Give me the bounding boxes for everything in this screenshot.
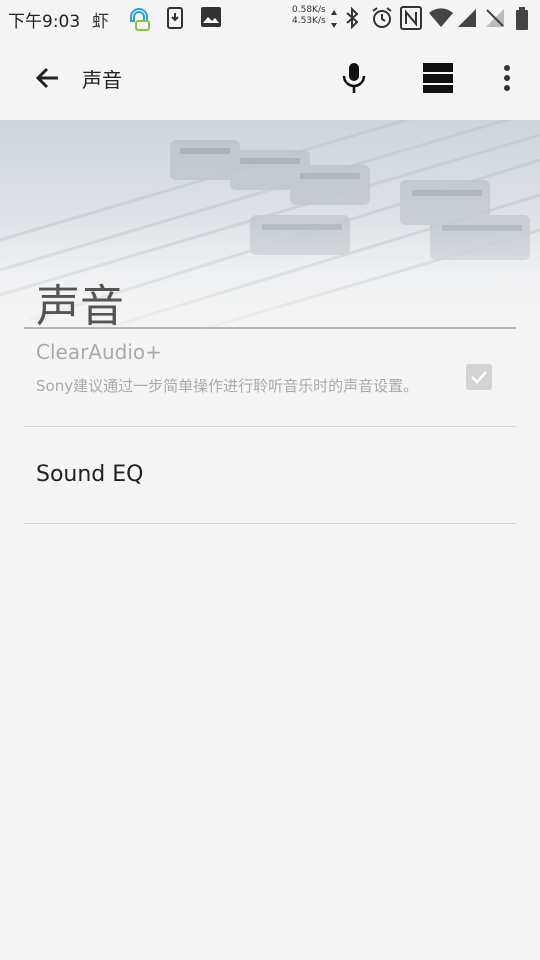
bluetooth-icon xyxy=(342,6,362,34)
signal-icon xyxy=(456,6,478,34)
speed-arrows-icon xyxy=(330,9,338,33)
clearaudio-title: ClearAudio+ xyxy=(36,340,162,364)
back-button[interactable] xyxy=(32,62,64,94)
row-divider xyxy=(24,426,516,427)
header-title: 声音 xyxy=(36,281,124,330)
more-vert-icon xyxy=(504,65,510,91)
status-bar: 下午9:03 虾 0.58K/s 4.53K/s xyxy=(0,0,540,38)
more-options-button[interactable] xyxy=(496,60,518,96)
app-bar: 声音 xyxy=(0,38,540,120)
app-bar-title: 声音 xyxy=(82,68,122,92)
battery-icon xyxy=(514,6,530,36)
network-speed: 0.58K/s 4.53K/s xyxy=(292,5,326,27)
back-arrow-icon xyxy=(35,67,58,89)
header-banner: 声音 xyxy=(0,120,540,330)
status-time: 下午9:03 xyxy=(8,12,81,32)
clearaudio-checkbox[interactable] xyxy=(466,364,492,390)
view-toggle-button[interactable] xyxy=(420,60,456,96)
mic-icon xyxy=(342,63,366,93)
sound-eq-title: Sound EQ xyxy=(36,462,144,487)
nfc-icon xyxy=(400,6,422,34)
checkmark-icon xyxy=(471,371,487,384)
download-icon xyxy=(166,6,184,34)
alarm-icon xyxy=(370,6,394,34)
header-divider xyxy=(24,327,516,329)
image-icon xyxy=(200,6,222,32)
chat-icon xyxy=(126,6,152,36)
app-notification-icon: 虾 xyxy=(92,12,109,32)
row-divider xyxy=(24,523,516,524)
speed-up: 0.58K/s xyxy=(292,5,326,15)
voice-search-button[interactable] xyxy=(338,60,370,96)
view-icon xyxy=(423,63,453,93)
speed-down: 4.53K/s xyxy=(292,16,326,26)
wifi-icon xyxy=(428,6,454,34)
no-signal-icon xyxy=(484,6,506,34)
clearaudio-summary: Sony建议通过一步简单操作进行聆听音乐时的声音设置。 xyxy=(36,377,419,395)
